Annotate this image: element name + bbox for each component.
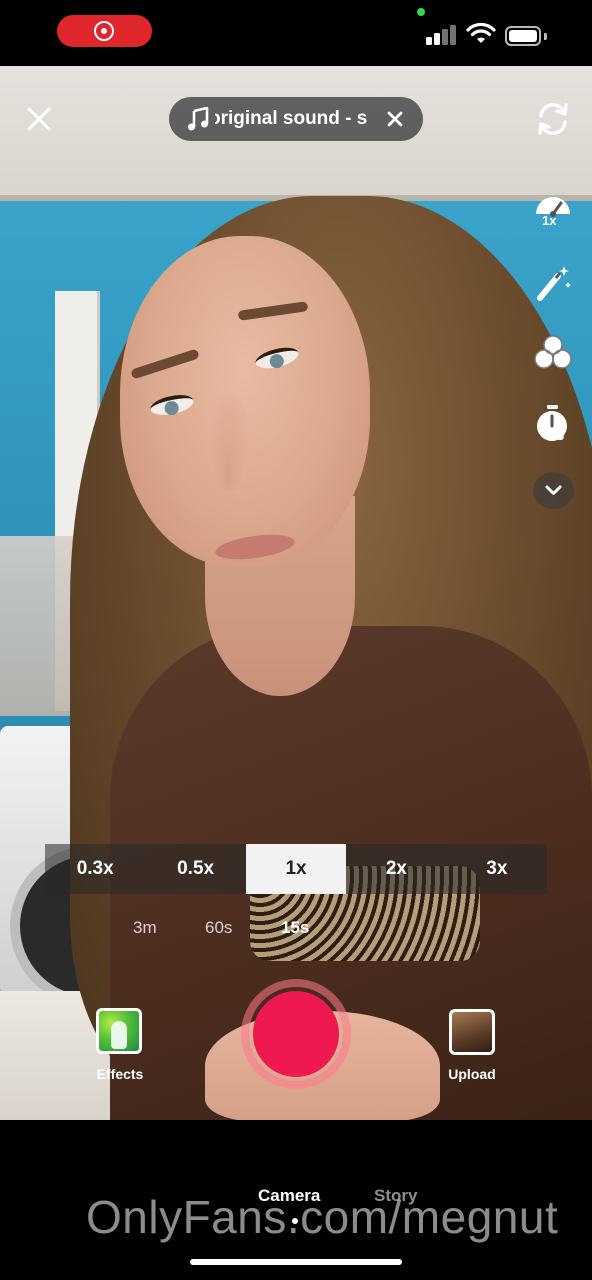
upload-button[interactable]: [449, 1009, 495, 1055]
preview-nose: [207, 396, 249, 491]
timer-badge: 3: [556, 427, 565, 444]
flip-camera-icon[interactable]: [533, 99, 573, 139]
remove-sound-icon[interactable]: [384, 108, 406, 130]
wifi-icon: [466, 22, 496, 43]
active-tab-indicator: [292, 1218, 298, 1224]
timer-button[interactable]: 3: [532, 403, 574, 445]
chevron-down-icon: [545, 485, 562, 495]
camera-preview: [0, 66, 592, 1120]
sound-title: original sound - s: [215, 108, 368, 129]
camera-in-use-dot: [417, 8, 425, 16]
duration-60s[interactable]: 60s: [205, 918, 232, 938]
filters-icon: [534, 335, 572, 369]
cellular-signal-icon: [426, 25, 458, 45]
beauty-button[interactable]: [532, 262, 574, 304]
timer-icon: [537, 405, 567, 441]
upload-label: Upload: [448, 1066, 496, 1082]
more-options-button[interactable]: [533, 472, 574, 509]
zoom-option-0.3x[interactable]: 0.3x: [45, 844, 145, 894]
beauty-wand-icon: [537, 266, 571, 301]
filters-button[interactable]: [532, 332, 574, 374]
effects-label: Effects: [96, 1066, 144, 1082]
zoom-selector: 0.3x 0.5x 1x 2x 3x: [45, 844, 547, 894]
screen-recording-indicator[interactable]: [57, 15, 152, 47]
home-indicator[interactable]: [190, 1259, 402, 1265]
speed-button[interactable]: 1x: [532, 190, 574, 232]
zoom-option-2x[interactable]: 2x: [346, 844, 446, 894]
zoom-option-3x[interactable]: 3x: [447, 844, 547, 894]
speed-badge: 1x: [542, 213, 557, 228]
close-icon[interactable]: [22, 102, 56, 136]
record-button[interactable]: [253, 991, 339, 1077]
duration-15s[interactable]: 15s: [281, 918, 309, 938]
record-indicator-icon: [94, 21, 114, 41]
duration-3m[interactable]: 3m: [133, 918, 157, 938]
zoom-option-0.5x[interactable]: 0.5x: [145, 844, 245, 894]
zoom-option-1x[interactable]: 1x: [245, 844, 347, 894]
effects-button[interactable]: [96, 1008, 144, 1054]
music-note-icon: [188, 107, 209, 131]
battery-icon: [505, 26, 547, 46]
add-sound-pill[interactable]: original sound - s: [169, 97, 423, 141]
effects-icon: [96, 1008, 142, 1054]
status-bar: [0, 0, 592, 66]
watermark: OnlyFans.com/megnut: [86, 1191, 559, 1243]
